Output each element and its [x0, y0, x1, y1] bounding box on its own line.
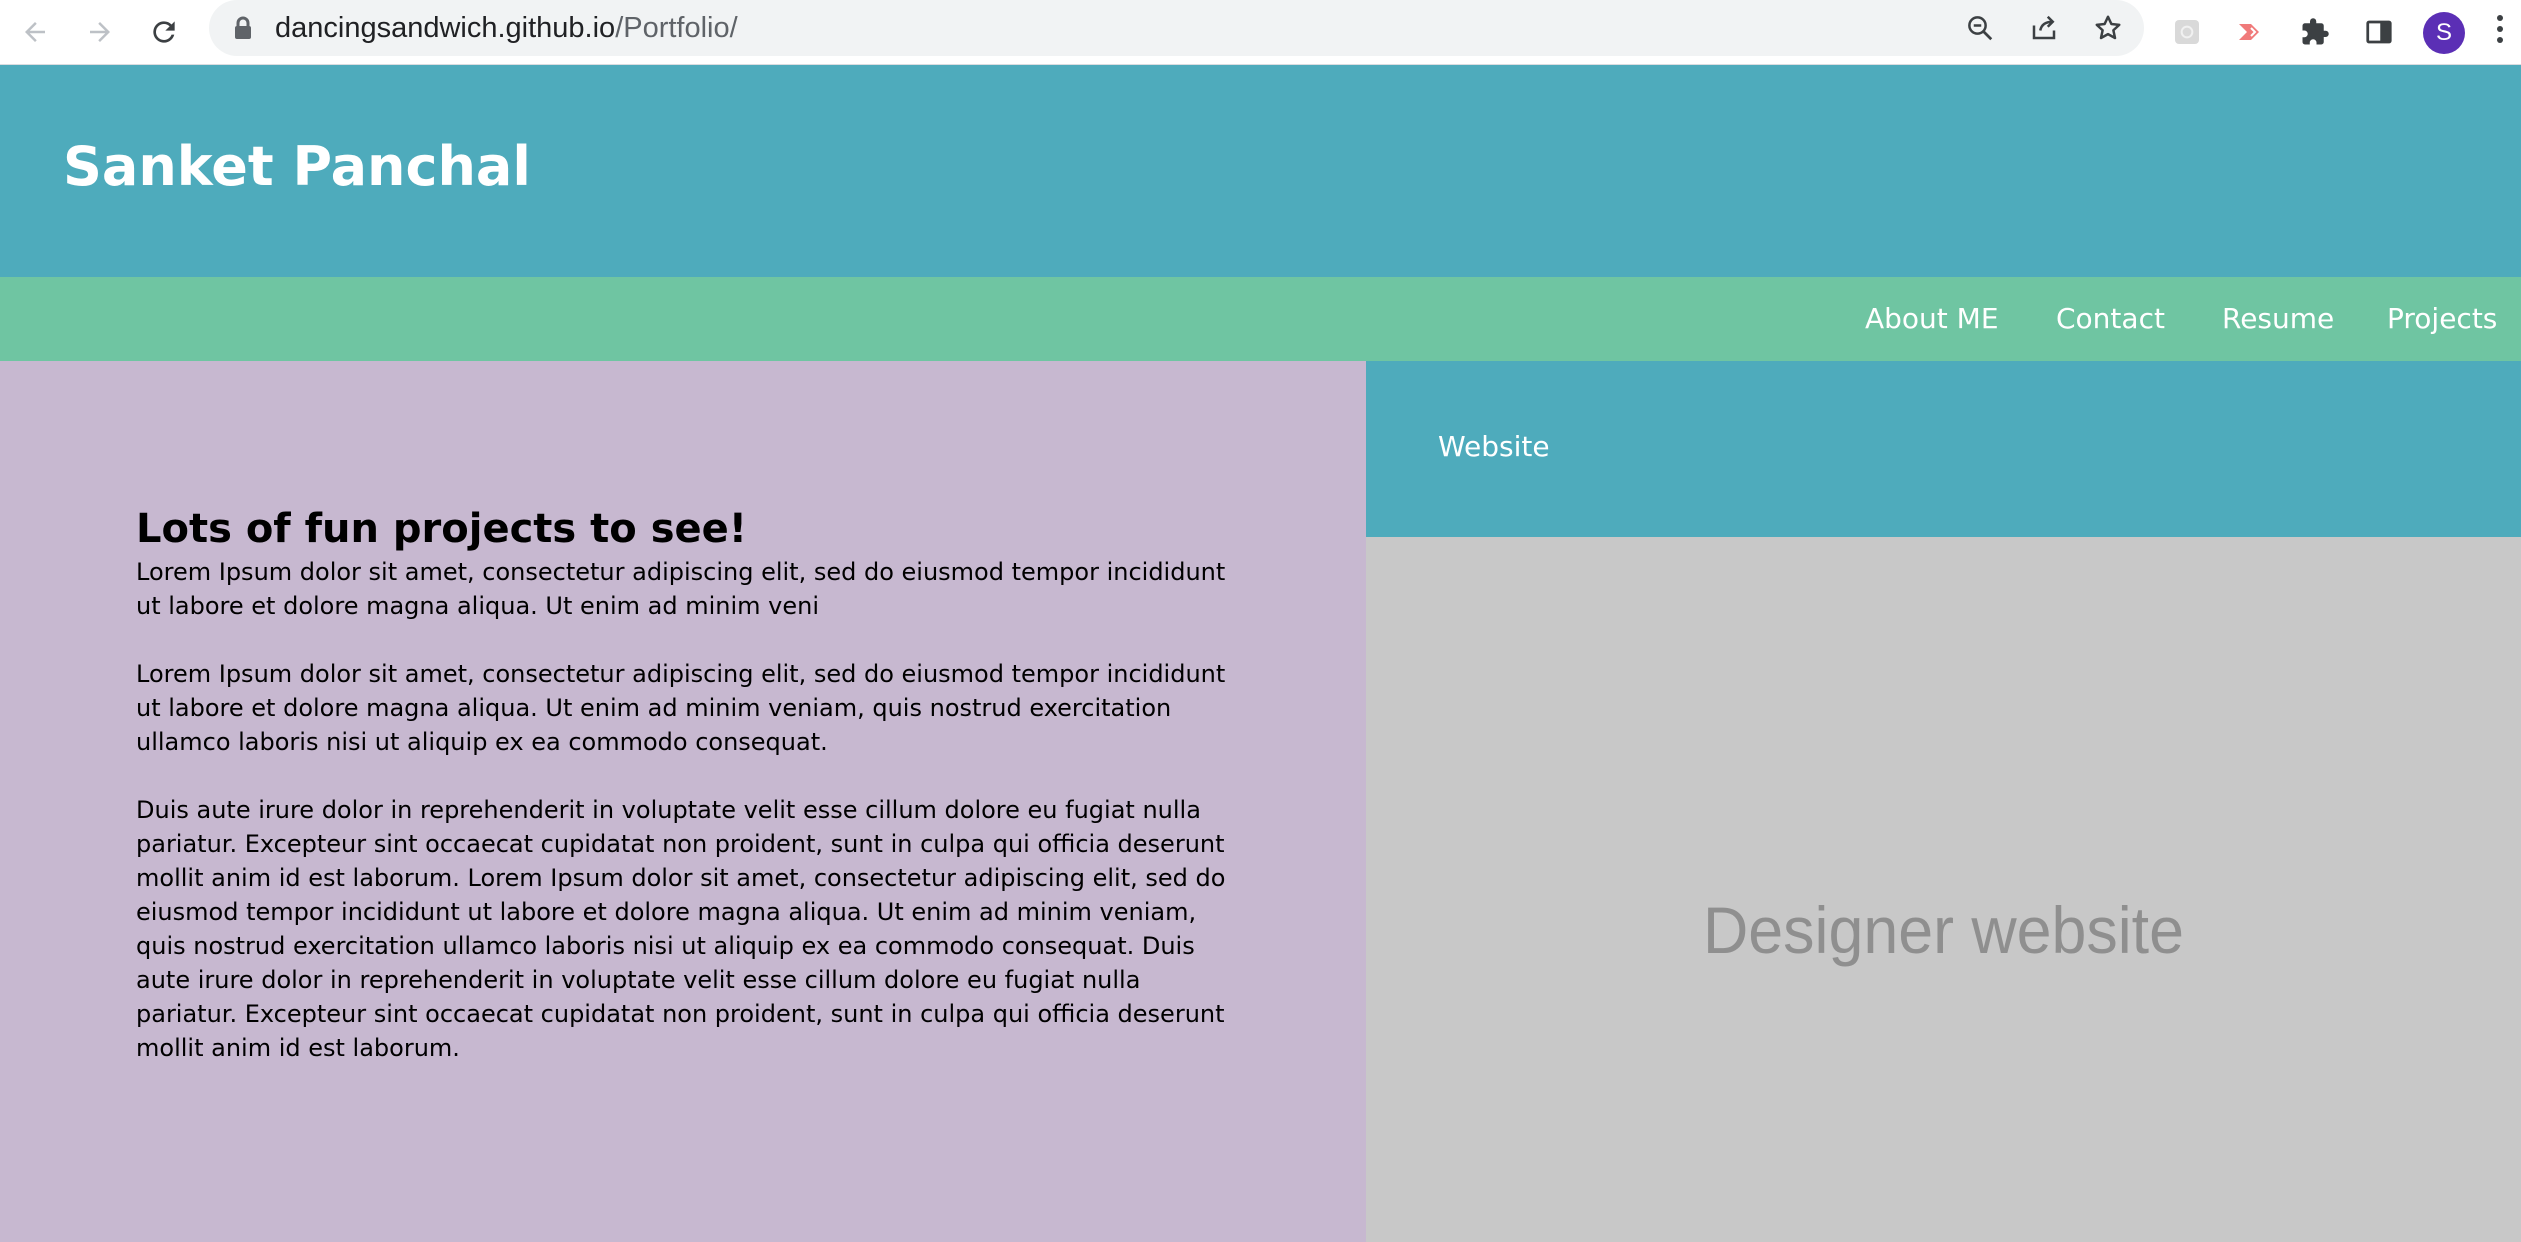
puzzle-icon[interactable] [2295, 12, 2335, 52]
side-panel-icon[interactable] [2359, 12, 2399, 52]
project-preview-text: Designer website [1703, 893, 2184, 967]
back-icon [25, 22, 45, 42]
zoom-icon[interactable] [1960, 8, 2000, 48]
nav-link-contact[interactable]: Contact [2056, 299, 2165, 339]
profile-avatar[interactable]: S [2423, 12, 2465, 54]
project-card-header[interactable]: Website [1366, 361, 2521, 537]
site-title: Sanket Panchal [63, 135, 531, 198]
share-icon[interactable] [2024, 8, 2064, 48]
menu-kebab-icon[interactable] [2490, 10, 2510, 54]
url-text[interactable]: dancingsandwich.github.io/Portfolio/ [275, 10, 738, 46]
intro-heading: Lots of fun projects to see! [136, 506, 747, 552]
nav-link-about-me[interactable]: About ME [1865, 299, 1999, 339]
intro-paragraph: Lorem Ipsum dolor sit amet, consectetur … [136, 660, 1226, 756]
intro-text: Lorem Ipsum dolor sit amet, consectetur … [136, 555, 1236, 1099]
nav-link-projects[interactable]: Projects [2387, 299, 2497, 339]
browser-toolbar: dancingsandwich.github.io/Portfolio/ S [0, 0, 2521, 65]
extension-arrow-icon[interactable] [2231, 12, 2271, 52]
forward-button[interactable] [80, 12, 120, 52]
url-path: /Portfolio/ [615, 12, 738, 44]
intro-paragraph: Lorem Ipsum dolor sit amet, consectetur … [136, 558, 1226, 620]
project-preview-image[interactable]: Designer website [1366, 537, 2521, 1242]
intro-section: Lots of fun projects to see! Lorem Ipsum… [0, 361, 1366, 1242]
project-label[interactable]: Website [1438, 427, 1550, 467]
site-nav: About ME Contact Resume Projects [0, 277, 2521, 361]
reload-icon [153, 21, 175, 43]
address-bar[interactable]: dancingsandwich.github.io/Portfolio/ [209, 0, 2144, 56]
intro-paragraph: Duis aute irure dolor in reprehenderit i… [136, 796, 1226, 1062]
url-domain: dancingsandwich.github.io [275, 12, 616, 44]
bookmark-star-icon[interactable] [2088, 8, 2128, 48]
nav-link-resume[interactable]: Resume [2222, 299, 2334, 339]
lock-icon [233, 16, 253, 44]
back-button[interactable] [15, 12, 55, 52]
forward-icon [90, 22, 110, 42]
site-header: Sanket Panchal [0, 65, 2521, 277]
extension-grid-icon[interactable] [2167, 12, 2207, 52]
reload-button[interactable] [144, 12, 184, 52]
